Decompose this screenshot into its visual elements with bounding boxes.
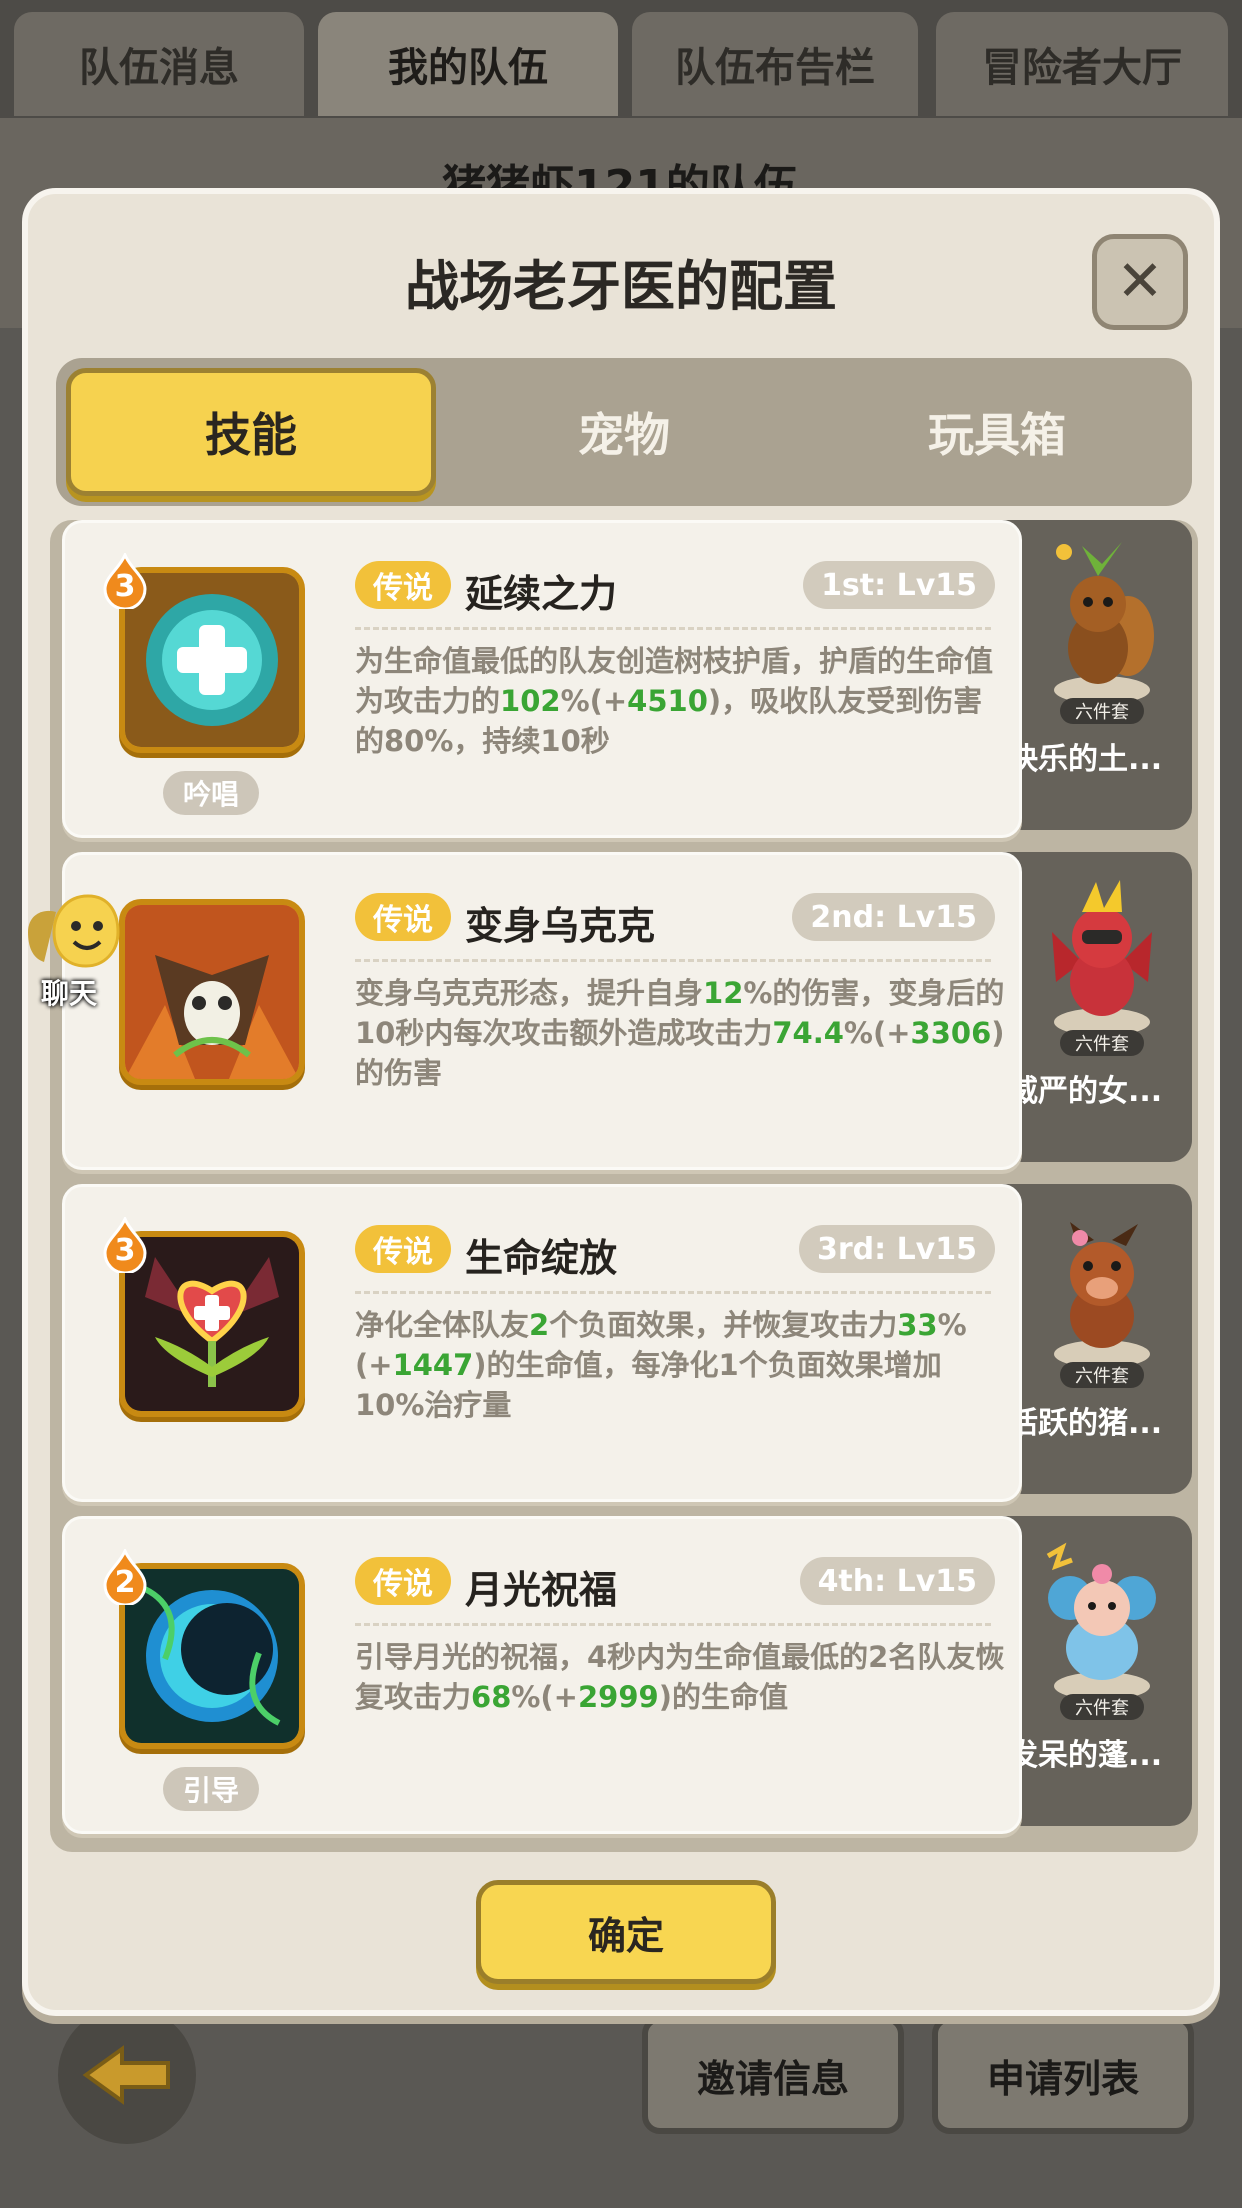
pet-set-badge: 六件套	[1060, 1030, 1144, 1056]
skill-row: 六件套 快乐的土... 3 吟唱 传说 延续之力 1st: Lv15 为生命值最…	[50, 520, 1198, 838]
divider	[355, 1291, 991, 1294]
life-bloom-icon	[125, 1237, 299, 1411]
tab-team-messages[interactable]: 队伍消息	[14, 12, 304, 116]
config-tab-bar: 技能 宠物 玩具箱	[56, 358, 1192, 506]
close-icon: ✕	[1116, 249, 1164, 314]
back-button[interactable]	[58, 2006, 196, 2144]
cast-type-tag: 吟唱	[163, 771, 259, 815]
divider	[355, 627, 991, 630]
moon-blessing-icon	[125, 1569, 299, 1743]
skill-row: 六件套 威严的女... 传说 变身乌克克 2nd: Lv15 变身乌克克形态，提…	[50, 852, 1198, 1170]
level-drop-icon	[103, 1549, 147, 1605]
skill-name: 月光祝福	[465, 1568, 618, 1612]
pet-figure-boar	[1054, 1222, 1150, 1368]
slot-level-badge: 2nd: Lv15	[792, 893, 995, 941]
slot-level-badge: 1st: Lv15	[803, 561, 995, 609]
chat-face-icon	[28, 894, 120, 968]
tab-skills[interactable]: 技能	[66, 368, 436, 496]
tab-pets[interactable]: 宠物	[439, 368, 809, 496]
rarity-badge: 传说	[355, 1225, 451, 1273]
cast-type-tag: 引导	[163, 1767, 259, 1811]
tab-my-team[interactable]: 我的队伍	[318, 12, 618, 116]
divider	[355, 1623, 991, 1626]
rarity-badge: 传说	[355, 1557, 451, 1605]
divider	[355, 959, 991, 962]
skill-list: 六件套 快乐的土... 3 吟唱 传说 延续之力 1st: Lv15 为生命值最…	[50, 520, 1198, 1852]
confirm-button[interactable]: 确定	[476, 1880, 776, 1984]
rarity-badge: 传说	[355, 561, 451, 609]
pet-figure-sheep	[1046, 1542, 1156, 1700]
owl-transform-icon	[125, 905, 299, 1079]
level-drop-icon	[103, 553, 147, 609]
pet-figure-dragon	[1052, 880, 1152, 1036]
slot-level-badge: 4th: Lv15	[799, 1557, 995, 1605]
skill-icon-frame	[119, 899, 305, 1085]
skill-card[interactable]: 3 吟唱 传说 延续之力 1st: Lv15 为生命值最低的队友创造树枝护盾，护…	[62, 520, 1022, 838]
chat-label: 聊天	[40, 977, 97, 1010]
skill-name: 生命绽放	[465, 1236, 618, 1280]
tab-toybox[interactable]: 玩具箱	[812, 368, 1182, 496]
skill-description: 为生命值最低的队友创造树枝护盾，护盾的生命值为攻击力的102%(+4510)，吸…	[355, 644, 994, 758]
skill-description: 净化全体队友2个负面效果，并恢复攻击力33%(+1447)的生命值，每净化1个负…	[355, 1308, 967, 1422]
pet-name: 威严的女...	[1008, 1074, 1163, 1109]
skill-name: 变身乌克克	[465, 904, 656, 948]
pet-set-badge: 六件套	[1060, 1362, 1144, 1388]
skill-name: 延续之力	[465, 572, 618, 616]
slot-level-badge: 3rd: Lv15	[798, 1225, 995, 1273]
top-tab-bar: 队伍消息 我的队伍 队伍布告栏 冒险者大厅	[0, 0, 1242, 120]
pet-name: 发呆的蓬...	[1008, 1738, 1163, 1773]
tab-adventurer-hall[interactable]: 冒险者大厅	[936, 12, 1228, 116]
skill-description: 引导月光的祝福，4秒内为生命值最低的2名队友恢复攻击力68%(+2999)的生命…	[355, 1640, 1005, 1714]
chat-button[interactable]: 聊天	[14, 892, 124, 1012]
level-drop-icon	[103, 1217, 147, 1273]
dialog-title: 战场老牙医的配置	[405, 255, 837, 318]
back-arrow-icon	[82, 2045, 170, 2105]
pet-name: 快乐的土...	[1008, 742, 1163, 777]
pet-set-badge: 六件套	[1060, 698, 1144, 724]
pet-name: 活跃的猪...	[1008, 1406, 1163, 1441]
close-button[interactable]: ✕	[1092, 234, 1188, 330]
skill-card[interactable]: 2 引导 传说 月光祝福 4th: Lv15 引导月光的祝福，4秒内为生命值最低…	[62, 1516, 1022, 1834]
skill-card[interactable]: 传说 变身乌克克 2nd: Lv15 变身乌克克形态，提升自身12%的伤害，变身…	[62, 852, 1022, 1170]
skill-row: 六件套 活跃的猪... 3 传说 生命绽放 3rd: Lv15 净化全体队友2个…	[50, 1184, 1198, 1502]
skill-row: 六件套 发呆的蓬... 2 引导 传说 月光祝福 4th: Lv15 引导月光的…	[50, 1516, 1198, 1834]
skill-description: 变身乌克克形态，提升自身12%的伤害，变身后的10秒内每次攻击额外造成攻击力74…	[355, 976, 1005, 1090]
invite-info-button[interactable]: 邀请信息	[642, 2016, 904, 2134]
heal-cross-icon	[125, 573, 299, 747]
skill-card[interactable]: 3 传说 生命绽放 3rd: Lv15 净化全体队友2个负面效果，并恢复攻击力3…	[62, 1184, 1022, 1502]
rarity-badge: 传说	[355, 893, 451, 941]
tab-team-board[interactable]: 队伍布告栏	[632, 12, 918, 116]
loadout-dialog: 战场老牙医的配置 ✕ 技能 宠物 玩具箱 六件套 快乐的土... 3 吟唱 传说…	[22, 188, 1220, 2016]
pet-figure-squirrel	[1054, 542, 1154, 704]
apply-list-button[interactable]: 申请列表	[932, 2016, 1194, 2134]
pet-set-badge: 六件套	[1060, 1694, 1144, 1720]
